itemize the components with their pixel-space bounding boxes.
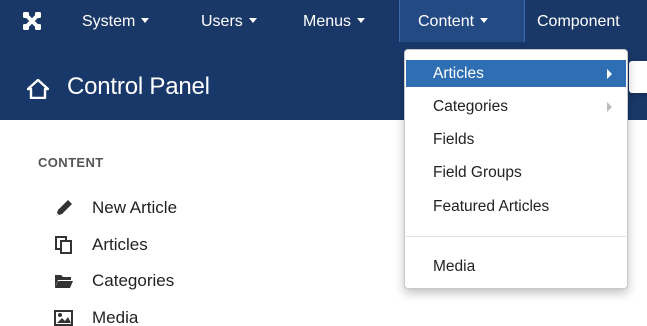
caret-right-icon (607, 102, 612, 112)
content-dropdown-menu: Articles Categories Fields Field Groups … (404, 49, 628, 289)
menu-item-articles[interactable]: Articles (406, 60, 626, 87)
menu-item-fields[interactable]: Fields (406, 126, 626, 153)
folder-open-icon (54, 271, 76, 291)
caret-down-icon (357, 18, 366, 24)
menu-item-field-groups[interactable]: Field Groups (406, 159, 626, 186)
menu-item-media[interactable]: Media (406, 253, 626, 280)
pencil-icon (54, 198, 76, 218)
image-icon (54, 308, 76, 326)
categories-label: Categories (92, 271, 175, 290)
nav-users[interactable]: Users (201, 0, 257, 42)
caret-down-icon (141, 18, 150, 24)
caret-right-icon (607, 69, 612, 79)
joomla-logo[interactable] (10, 0, 54, 42)
copy-icon (54, 235, 76, 255)
nav-system[interactable]: System (82, 0, 150, 42)
nav-components[interactable]: Component (537, 0, 620, 42)
top-navbar: System Users Menus Content Component (0, 0, 647, 42)
caret-down-icon (248, 18, 257, 24)
nav-menus[interactable]: Menus (303, 0, 366, 42)
media-link[interactable]: Media (54, 307, 138, 326)
menu-item-categories[interactable]: Categories (406, 93, 626, 120)
joomla-icon (23, 12, 41, 30)
home-icon (26, 78, 50, 104)
caret-down-icon (480, 18, 489, 24)
nav-content[interactable]: Content (399, 0, 525, 42)
menu-divider (406, 236, 626, 237)
articles-submenu[interactable] (629, 61, 647, 93)
new-article-link[interactable]: New Article (54, 197, 177, 219)
categories-link[interactable]: Categories (54, 270, 174, 292)
media-label: Media (92, 308, 139, 326)
new-article-label: New Article (92, 198, 178, 217)
articles-label: Articles (92, 235, 148, 254)
page-title: Control Panel (67, 73, 210, 100)
content-section-title: CONTENT (38, 155, 104, 170)
articles-link[interactable]: Articles (54, 234, 148, 256)
menu-item-featured-articles[interactable]: Featured Articles (406, 193, 626, 220)
